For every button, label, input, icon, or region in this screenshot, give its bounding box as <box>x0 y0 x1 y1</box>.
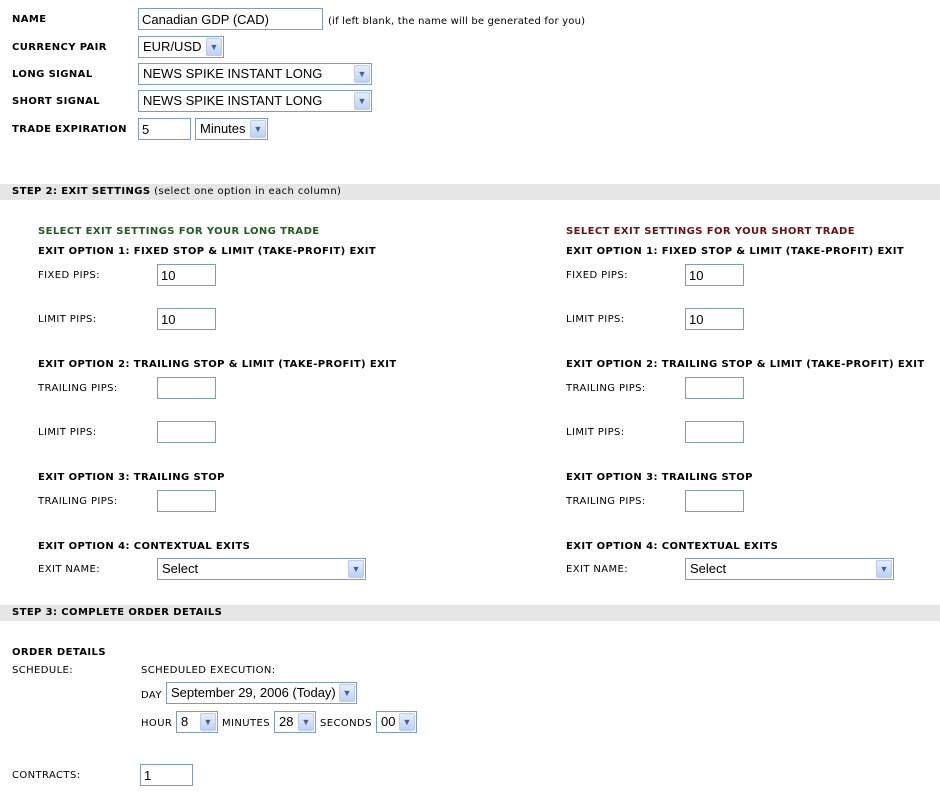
long-signal-label: Long Signal <box>12 69 93 80</box>
day-label: Day <box>141 690 162 701</box>
currency-pair-select[interactable]: EUR/USD ▼ <box>138 36 224 58</box>
step2-title: STEP 2: EXIT SETTINGS <box>12 186 151 197</box>
step3-title: STEP 3: COMPLETE ORDER DETAILS <box>12 607 223 618</box>
chevron-down-icon[interactable]: ▼ <box>298 713 314 731</box>
hour-label: Hour <box>141 718 173 729</box>
seconds-select[interactable]: 00 ▼ <box>376 711 417 733</box>
trade-expiration-unit-select[interactable]: Minutes ▼ <box>195 118 268 140</box>
name-hint: (if left blank, the name will be generat… <box>328 16 586 27</box>
long-fixed-pips-label: Fixed Pips: <box>38 270 100 281</box>
minutes-select[interactable]: 28 ▼ <box>274 711 316 733</box>
chevron-down-icon[interactable]: ▼ <box>200 713 216 731</box>
short-exit-name-select[interactable]: Select ▼ <box>685 558 894 580</box>
contracts-label: Contracts: <box>12 770 81 781</box>
currency-pair-label: Currency Pair <box>12 42 107 53</box>
minutes-label: Minutes <box>222 718 270 729</box>
chevron-down-icon[interactable]: ▼ <box>876 560 892 578</box>
step2-title-row: STEP 2: EXIT SETTINGS (select one option… <box>12 186 341 198</box>
long-exit-name-value: Select <box>162 561 199 576</box>
day-value: September 29, 2006 (Today) <box>171 685 336 700</box>
long-fixed-pips-input[interactable] <box>157 264 216 286</box>
chevron-down-icon[interactable]: ▼ <box>354 92 370 110</box>
short-trailing3-pips-input[interactable] <box>685 490 744 512</box>
long-signal-value: NEWS SPIKE INSTANT LONG <box>143 66 323 81</box>
chevron-down-icon[interactable]: ▼ <box>250 120 266 138</box>
hour-value: 8 <box>181 714 189 729</box>
seconds-value: 00 <box>381 714 396 729</box>
minutes-value: 28 <box>279 714 294 729</box>
long-signal-select[interactable]: NEWS SPIKE INSTANT LONG ▼ <box>138 63 372 85</box>
short-limit2-pips-input[interactable] <box>685 421 744 443</box>
trade-expiration-label: Trade Expiration <box>12 124 127 135</box>
schedule-label: Schedule: <box>12 665 74 676</box>
contracts-input[interactable] <box>140 764 193 786</box>
long-trailing-pips-input[interactable] <box>157 377 216 399</box>
short-exit-option3-title: Exit Option 3: Trailing Stop <box>566 472 753 483</box>
short-signal-value: NEWS SPIKE INSTANT LONG <box>143 93 323 108</box>
trade-expiration-input[interactable] <box>138 118 191 140</box>
long-trailing3-pips-label: Trailing Pips: <box>38 496 118 507</box>
short-exit-option1-title: Exit Option 1: Fixed Stop & Limit (Take-… <box>566 246 905 257</box>
long-exit-option1-title: Exit Option 1: Fixed Stop & Limit (Take-… <box>38 246 377 257</box>
short-trailing-pips-input[interactable] <box>685 377 744 399</box>
name-input[interactable] <box>138 8 323 30</box>
long-exit-option2-title: Exit Option 2: Trailing Stop & Limit (Ta… <box>38 359 397 370</box>
short-limit-pips-input[interactable] <box>685 308 744 330</box>
short-fixed-pips-label: Fixed Pips: <box>566 270 628 281</box>
long-exit-heading: Select Exit Settings for your Long Trade <box>38 226 320 237</box>
step2-header: STEP 2: EXIT SETTINGS (select one option… <box>0 184 940 200</box>
short-exit-heading: Select Exit Settings for your Short Trad… <box>566 226 855 237</box>
long-limit2-pips-label: Limit Pips: <box>38 427 97 438</box>
long-trailing-pips-label: Trailing Pips: <box>38 383 118 394</box>
hour-select[interactable]: 8 ▼ <box>176 711 218 733</box>
short-limit-pips-label: Limit Pips: <box>566 314 625 325</box>
short-exit-option2-title: Exit Option 2: Trailing Stop & Limit (Ta… <box>566 359 925 370</box>
long-limit-pips-input[interactable] <box>157 308 216 330</box>
short-exit-name-label: Exit Name: <box>566 564 629 575</box>
scheduled-execution-label: Scheduled Execution: <box>141 665 276 676</box>
short-limit2-pips-label: Limit Pips: <box>566 427 625 438</box>
trade-expiration-unit-value: Minutes <box>200 121 246 136</box>
name-label: Name <box>12 14 47 25</box>
chevron-down-icon[interactable]: ▼ <box>339 684 355 702</box>
currency-pair-value: EUR/USD <box>143 39 202 54</box>
chevron-down-icon[interactable]: ▼ <box>354 65 370 83</box>
short-fixed-pips-input[interactable] <box>685 264 744 286</box>
short-trailing-pips-label: Trailing Pips: <box>566 383 646 394</box>
step2-hint: (select one option in each column) <box>154 186 342 197</box>
short-exit-option4-title: Exit Option 4: Contextual Exits <box>566 541 779 552</box>
long-exit-name-select[interactable]: Select ▼ <box>157 558 366 580</box>
short-trailing3-pips-label: Trailing Pips: <box>566 496 646 507</box>
long-limit-pips-label: Limit Pips: <box>38 314 97 325</box>
step3-header: STEP 3: COMPLETE ORDER DETAILS <box>0 605 940 621</box>
short-exit-name-value: Select <box>690 561 727 576</box>
chevron-down-icon[interactable]: ▼ <box>206 38 222 56</box>
long-trailing3-pips-input[interactable] <box>157 490 216 512</box>
long-exit-option3-title: Exit Option 3: Trailing Stop <box>38 472 225 483</box>
chevron-down-icon[interactable]: ▼ <box>348 560 364 578</box>
seconds-label: Seconds <box>320 718 372 729</box>
long-exit-name-label: Exit Name: <box>38 564 101 575</box>
long-exit-option4-title: Exit Option 4: Contextual Exits <box>38 541 251 552</box>
short-signal-select[interactable]: NEWS SPIKE INSTANT LONG ▼ <box>138 90 372 112</box>
long-limit2-pips-input[interactable] <box>157 421 216 443</box>
order-details-label: Order Details <box>12 647 106 658</box>
day-select[interactable]: September 29, 2006 (Today) ▼ <box>166 682 357 704</box>
chevron-down-icon[interactable]: ▼ <box>399 713 415 731</box>
short-signal-label: Short Signal <box>12 96 101 107</box>
